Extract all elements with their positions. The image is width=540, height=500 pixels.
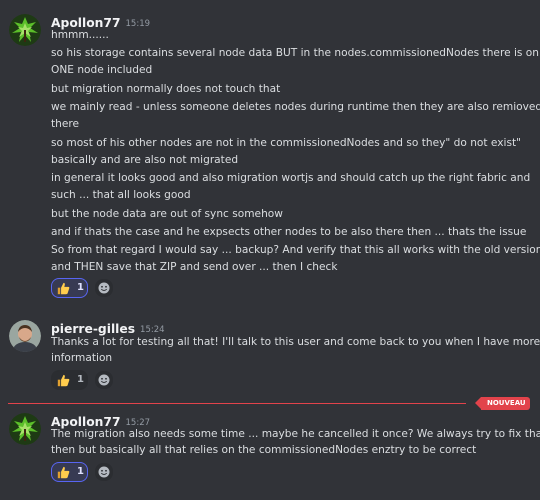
avatar[interactable] <box>9 14 41 46</box>
reaction-thumbs-up[interactable]: 1 <box>51 278 88 298</box>
message-header: Apollon77 15:27 <box>51 411 150 429</box>
reaction-thumbs-up[interactable]: 1 <box>51 462 88 482</box>
message-line: and THEN save that ZIP and send over ...… <box>51 261 338 273</box>
reaction-count: 1 <box>77 282 84 293</box>
message-header: Apollon77 15:19 <box>51 12 150 30</box>
message-line: so most of his other nodes are not in th… <box>51 137 522 149</box>
message-line: ONE node included <box>51 64 153 76</box>
message-line: then but basically all that relies on th… <box>51 444 477 456</box>
thumbs-up-icon <box>57 282 70 295</box>
add-reaction-button[interactable] <box>95 279 113 297</box>
message-line: so his storage contains several node dat… <box>51 47 540 59</box>
message-line: basically and are also not migrated <box>51 154 239 166</box>
thumbs-up-icon <box>57 374 70 387</box>
message-header: pierre-gilles 15:24 <box>51 318 165 336</box>
avatar[interactable] <box>9 320 41 352</box>
message-line: such ... that all looks good <box>51 189 191 201</box>
thumbs-up-icon <box>57 466 70 479</box>
smiley-icon <box>98 374 110 386</box>
smiley-icon <box>98 466 110 478</box>
new-messages-badge: NOUVEAU <box>475 397 530 410</box>
reaction-count: 1 <box>77 466 84 477</box>
message-line: Thanks a lot for testing all that! I'll … <box>51 336 540 348</box>
tree-avatar-icon <box>9 14 41 46</box>
message-line: we mainly read - unless someone deletes … <box>51 101 540 113</box>
message-line: hmmm...... <box>51 29 109 41</box>
message-line: but the node data are out of sync someho… <box>51 208 283 220</box>
message-line: there <box>51 118 80 130</box>
tree-avatar-icon <box>9 413 41 445</box>
smiley-icon <box>98 282 110 294</box>
avatar[interactable] <box>9 413 41 445</box>
message-line: information <box>51 352 113 364</box>
add-reaction-button[interactable] <box>95 371 113 389</box>
message-line: The migration also needs some time ... m… <box>51 428 540 440</box>
message-line: in general it looks good and also migrat… <box>51 172 531 184</box>
reaction-count: 1 <box>77 374 84 385</box>
message-line: So from that regard I would say ... back… <box>51 244 540 256</box>
reaction-thumbs-up[interactable]: 1 <box>51 370 88 390</box>
message-line: and if thats the case and he expsects ot… <box>51 226 527 238</box>
message-line: but migration normally does not touch th… <box>51 83 281 95</box>
add-reaction-button[interactable] <box>95 463 113 481</box>
new-messages-divider <box>8 403 466 404</box>
person-avatar-icon <box>9 320 41 352</box>
